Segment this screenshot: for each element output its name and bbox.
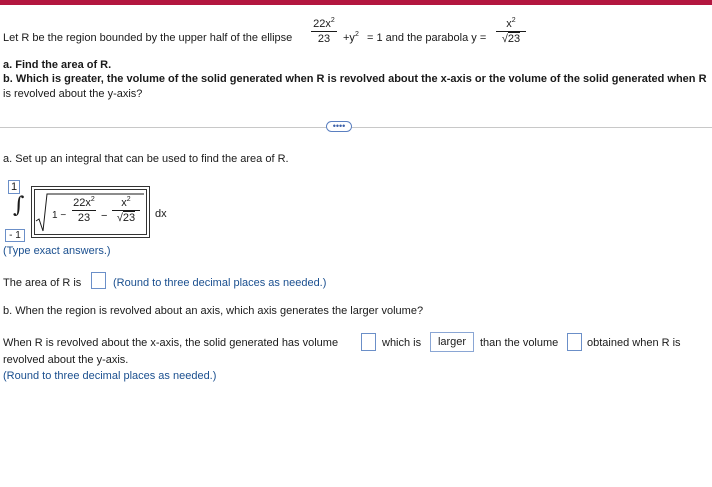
area-label: The area of R is <box>3 277 82 289</box>
ellipse-numerator: 22x2 <box>313 17 335 30</box>
part-b-question: b. When the region is revolved about an … <box>3 305 424 317</box>
expand-more-button[interactable]: •••• <box>326 121 352 132</box>
obtained-text: obtained when R is <box>587 337 681 349</box>
integrand-denominator-2: √23 <box>116 211 136 224</box>
integral-sign-icon: ∫ <box>13 193 25 218</box>
than-volume-text: than the volume <box>480 337 559 349</box>
integrand-denominator-1: 23 <box>77 212 91 224</box>
which-is-text: which is <box>382 337 422 349</box>
volume-round-note: (Round to three decimal places as needed… <box>3 370 217 382</box>
integrand-fraction-1: 22x2 23 <box>72 196 96 224</box>
differential-dx: dx <box>155 208 167 220</box>
parabola-denominator: √23 <box>501 32 521 45</box>
integrand-numerator-1: 22x2 <box>73 196 95 209</box>
ellipse-y-term: +y2 <box>343 31 359 44</box>
integrand-one-minus: 1 − <box>52 210 67 221</box>
intro-text: Let R be the region bounded by the upper… <box>3 32 293 44</box>
area-round-note: (Round to three decimal places as needed… <box>113 277 327 289</box>
comparison-dropdown[interactable]: larger <box>430 332 474 352</box>
integrand-minus: − <box>101 210 108 222</box>
volume-x-input[interactable] <box>361 333 376 351</box>
ellipse-denominator: 23 <box>317 33 331 45</box>
top-accent-bar <box>0 0 712 5</box>
area-answer-input[interactable] <box>91 272 106 289</box>
volume-sentence-end: revolved about the y-axis. <box>3 354 129 366</box>
exact-answers-hint: (Type exact answers.) <box>3 245 111 257</box>
part-a-prompt: a. Find the area of R. <box>3 59 112 71</box>
parabola-fraction: x2 √23 <box>496 17 526 45</box>
setup-heading: a. Set up an integral that can be used t… <box>3 153 289 165</box>
ellipse-fraction: 22x2 23 <box>311 17 337 45</box>
volume-sentence-start: When R is revolved about the x-axis, the… <box>3 337 339 349</box>
part-b-prompt-cont: is revolved about the y-axis? <box>3 88 143 100</box>
part-b-prompt: b. Which is greater, the volume of the s… <box>3 73 707 85</box>
parabola-intro: = 1 and the parabola y = <box>367 32 487 44</box>
parabola-numerator: x2 <box>506 17 516 30</box>
volume-y-input[interactable] <box>567 333 582 351</box>
lower-limit-input[interactable]: - 1 <box>5 229 25 242</box>
integrand-numerator-2: x2 <box>121 196 131 209</box>
integrand-fraction-2: x2 √23 <box>112 196 140 224</box>
section-divider <box>0 127 712 128</box>
